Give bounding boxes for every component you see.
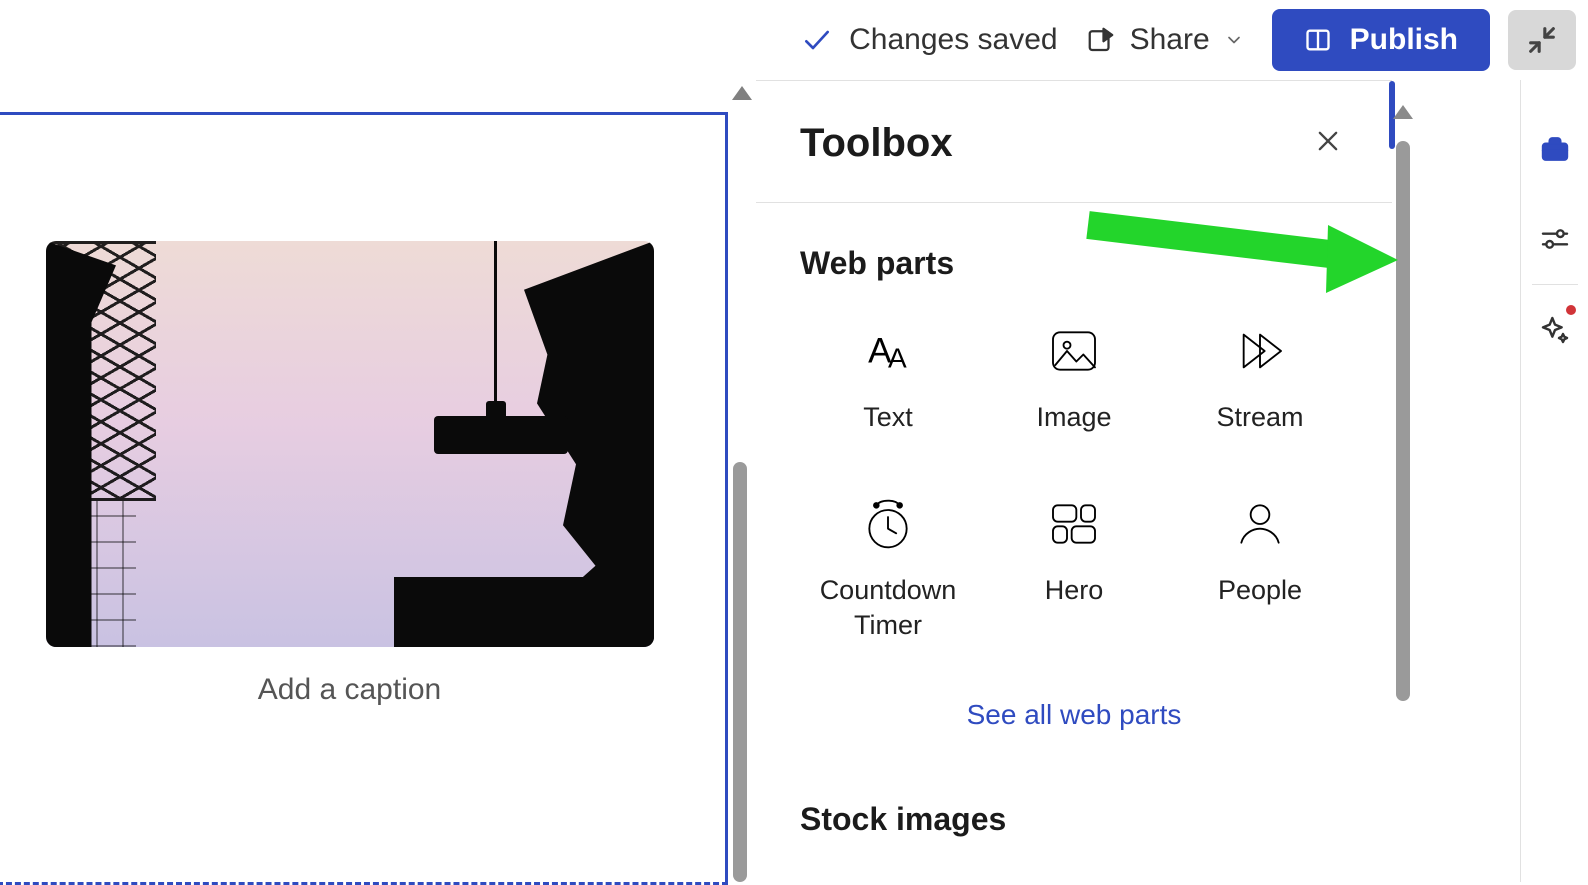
webpart-tile-image[interactable]: Image <box>986 318 1162 441</box>
collapse-button[interactable] <box>1508 10 1576 70</box>
webpart-tile-text[interactable]: AA Text <box>800 318 976 441</box>
notification-dot-icon <box>1566 305 1576 315</box>
share-icon <box>1086 25 1116 55</box>
webpart-label: Text <box>863 400 913 435</box>
rail-copilot-button[interactable] <box>1521 285 1588 375</box>
toolbox-header: Toolbox <box>756 81 1392 203</box>
webpart-label: Hero <box>1045 573 1104 608</box>
toolbox-icon <box>1539 133 1571 165</box>
toolbox-title: Toolbox <box>800 121 953 166</box>
rail-toolbox-button[interactable] <box>1521 104 1588 194</box>
chevron-down-icon <box>1224 30 1244 50</box>
sparkle-icon <box>1539 314 1571 346</box>
toolbox-scrollbar[interactable] <box>1390 101 1416 882</box>
publish-button[interactable]: Publish <box>1272 9 1490 71</box>
image-icon <box>1046 324 1102 378</box>
rail-settings-button[interactable] <box>1521 194 1588 284</box>
webpart-label: People <box>1218 573 1302 608</box>
webpart-label: Stream <box>1216 400 1303 435</box>
save-status-label: Changes saved <box>849 23 1057 57</box>
command-bar: Changes saved Share Publish <box>0 0 1588 80</box>
image-caption-input[interactable]: Add a caption <box>46 673 653 707</box>
text-icon: AA <box>860 324 916 378</box>
close-icon <box>1314 127 1342 155</box>
canvas-scrollbar[interactable] <box>729 82 755 882</box>
minimize-icon <box>1525 23 1559 57</box>
save-status: Changes saved <box>801 23 1057 57</box>
scroll-up-icon <box>1393 105 1413 119</box>
see-all-web-parts-link[interactable]: See all web parts <box>800 699 1348 731</box>
toolbox-close-button[interactable] <box>1308 126 1348 162</box>
right-rail <box>1520 80 1588 882</box>
webpart-label: Countdown Timer <box>806 573 970 643</box>
web-parts-heading: Web parts <box>800 245 1348 282</box>
people-icon <box>1232 497 1288 551</box>
toolbox-body: Web parts AA Text Image Stre <box>756 201 1392 882</box>
scroll-thumb[interactable] <box>1396 141 1410 701</box>
toolbox-panel: Toolbox Web parts AA Text Image <box>756 80 1392 882</box>
sliders-icon <box>1539 223 1571 255</box>
webpart-tile-people[interactable]: People <box>1172 491 1348 649</box>
selected-section[interactable]: Add a caption <box>0 112 728 882</box>
svg-text:A: A <box>888 342 907 373</box>
image-preview <box>46 241 654 647</box>
scroll-thumb[interactable] <box>733 462 747 882</box>
stream-icon <box>1232 324 1288 378</box>
webpart-tile-hero[interactable]: Hero <box>986 491 1162 649</box>
publish-label: Publish <box>1350 23 1458 57</box>
checkmark-icon <box>801 24 833 56</box>
book-icon <box>1304 26 1332 54</box>
scroll-up-icon <box>732 86 752 100</box>
share-label: Share <box>1130 23 1210 57</box>
webpart-label: Image <box>1036 400 1111 435</box>
stock-images-heading: Stock images <box>800 801 1348 838</box>
image-webpart[interactable]: Add a caption <box>46 241 653 707</box>
webpart-tile-stream[interactable]: Stream <box>1172 318 1348 441</box>
canvas-area: Add a caption <box>0 82 755 882</box>
countdown-timer-icon <box>860 497 916 551</box>
share-button[interactable]: Share <box>1076 17 1254 63</box>
hero-icon <box>1046 497 1102 551</box>
webpart-tile-countdown-timer[interactable]: Countdown Timer <box>800 491 976 649</box>
web-parts-grid: AA Text Image Stream <box>800 318 1348 649</box>
